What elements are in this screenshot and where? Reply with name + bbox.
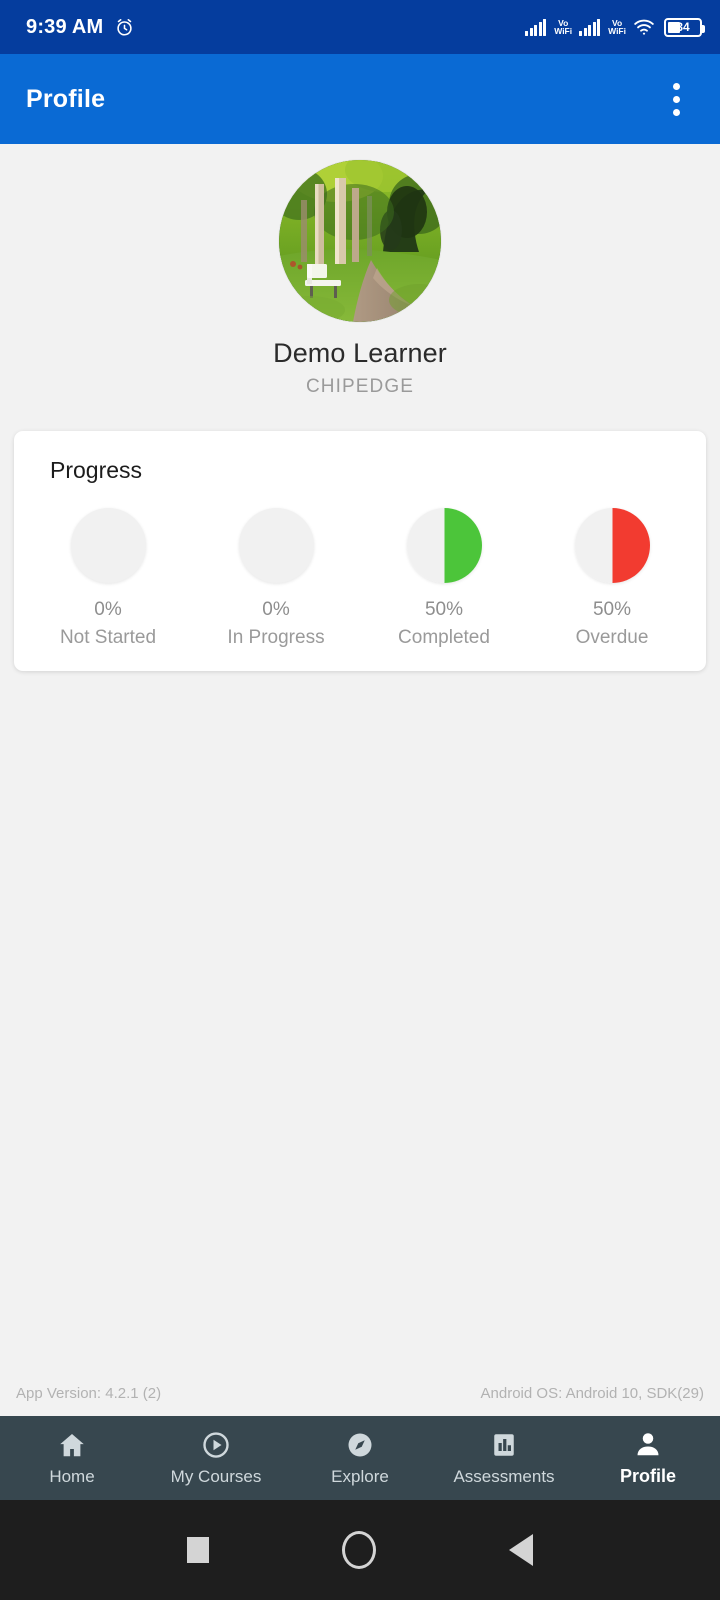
bottom-navigation-bar: Home My Courses Explore Assessments Prof…	[0, 1416, 720, 1500]
status-bar: 9:39 AM Vo WiFi Vo WiFi 34	[0, 0, 720, 54]
pie-chart-completed	[406, 508, 482, 583]
nav-item-explore[interactable]: Explore	[288, 1430, 432, 1487]
stat-label: Not Started	[59, 627, 157, 648]
progress-stat-overdue[interactable]: 50% Overdue	[528, 508, 696, 649]
stat-label: Completed	[398, 627, 490, 648]
system-navigation-bar	[0, 1500, 720, 1600]
status-bar-right: Vo WiFi Vo WiFi 34	[525, 17, 705, 37]
alarm-clock-icon	[114, 17, 135, 38]
circle-icon[interactable]	[341, 1531, 376, 1569]
progress-card-title: Progress	[50, 457, 143, 483]
nav-label: Home	[49, 1466, 95, 1486]
progress-stat-completed[interactable]: 50% Completed	[360, 508, 528, 649]
progress-stat-in-progress[interactable]: 0% In Progress	[192, 508, 360, 649]
nav-label: Profile	[619, 1466, 676, 1486]
square-icon[interactable]	[186, 1537, 209, 1563]
stat-percent: 0%	[262, 599, 290, 620]
nav-label: My Courses	[170, 1466, 262, 1486]
triangle-back-icon[interactable]	[509, 1534, 534, 1566]
pie-chart-in-progress	[238, 508, 314, 583]
progress-stats-row: 0% Not Started 0% In Progress 50% Comple…	[24, 508, 696, 649]
vowifi-label-sim2: Vo WiFi	[608, 17, 626, 36]
stat-percent: 50%	[592, 599, 632, 620]
pie-chart-overdue	[574, 508, 650, 583]
signal-bars-icon-sim2	[579, 18, 601, 36]
user-organization: CHIPEDGE	[305, 376, 415, 397]
progress-card: Progress 0% Not Started 0% In Progress 5…	[14, 431, 706, 671]
play-circle-icon	[201, 1430, 231, 1460]
nav-item-my-courses[interactable]: My Courses	[144, 1430, 288, 1487]
stat-label: Overdue	[575, 627, 649, 648]
version-footer: App Version: 4.2.1 (2) Android OS: Andro…	[0, 1385, 720, 1402]
pie-chart-not-started	[70, 508, 146, 583]
signal-bars-icon-sim1	[525, 18, 547, 36]
stat-percent: 0%	[94, 599, 122, 620]
status-bar-left: 9:39 AM	[26, 16, 135, 39]
app-version-label: App Version: 4.2.1 (2)	[16, 1385, 162, 1402]
battery-percent-label: 34	[676, 20, 690, 34]
battery-icon: 34	[664, 17, 705, 37]
stat-label: In Progress	[227, 627, 325, 648]
status-bar-clock: 9:39 AM	[26, 15, 104, 38]
phone-screen: 9:39 AM Vo WiFi Vo WiFi 34 Profile Demo …	[0, 0, 720, 1600]
user-avatar-photo	[279, 160, 441, 322]
wifi-icon	[633, 18, 655, 36]
nav-label: Assessments	[453, 1466, 555, 1486]
person-icon	[633, 1429, 663, 1459]
main-content: Demo Learner CHIPEDGE Progress 0% Not St…	[0, 144, 720, 1416]
avatar[interactable]	[279, 160, 441, 322]
nav-item-assessments[interactable]: Assessments	[432, 1430, 576, 1487]
home-icon	[57, 1430, 87, 1460]
nav-item-home[interactable]: Home	[0, 1430, 144, 1487]
page-title: Profile	[26, 84, 106, 113]
app-bar: Profile	[0, 54, 720, 144]
vowifi-label-sim1: Vo WiFi	[554, 17, 573, 36]
more-vertical-icon[interactable]	[654, 77, 698, 121]
progress-stat-not-started[interactable]: 0% Not Started	[24, 508, 192, 649]
user-name: Demo Learner	[273, 338, 447, 368]
android-os-label: Android OS: Android 10, SDK(29)	[480, 1385, 704, 1402]
stat-percent: 50%	[424, 599, 464, 620]
nav-label: Explore	[331, 1466, 389, 1486]
profile-header: Demo Learner CHIPEDGE	[0, 144, 720, 398]
nav-item-profile[interactable]: Profile	[576, 1429, 720, 1487]
compass-icon	[345, 1430, 375, 1460]
bar-chart-icon	[489, 1430, 519, 1460]
